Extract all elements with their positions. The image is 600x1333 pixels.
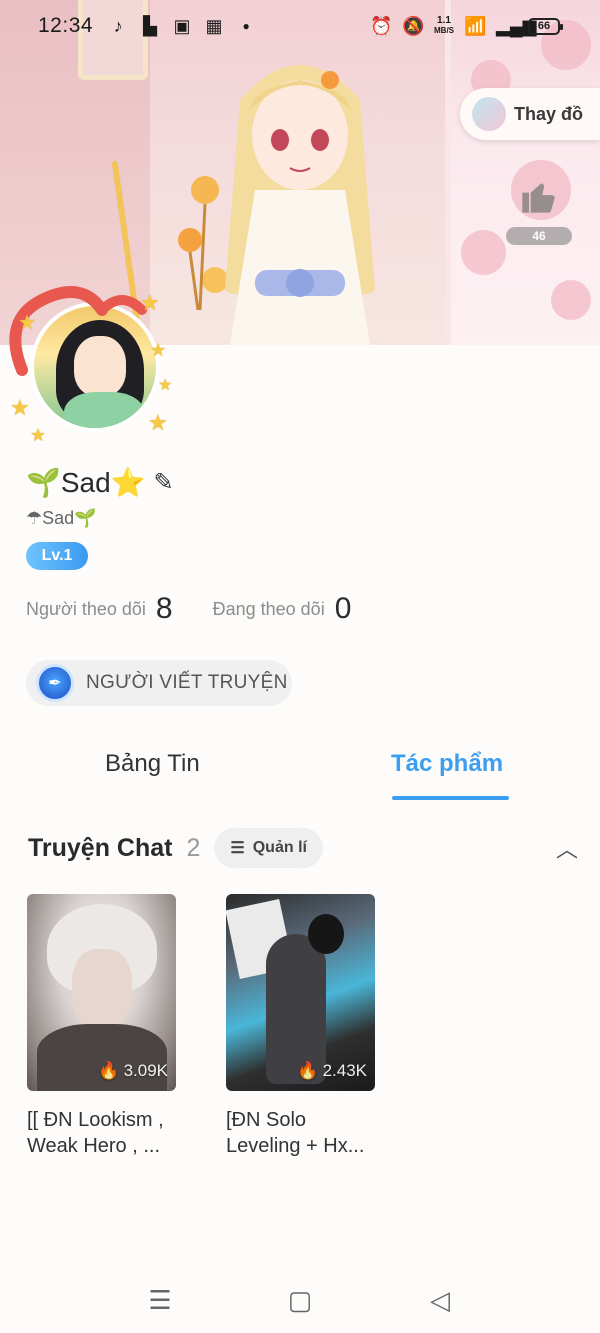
star-icon: ★ xyxy=(158,377,173,394)
following-label[interactable]: Đang theo dõi xyxy=(213,599,325,620)
work-title-line: Leveling + Hx... xyxy=(226,1135,365,1157)
status-bar: 12:34 ♪ ▙ ▣ ▦ ● ⏰ 🔕 1.1 MB/S 📶 ▂▄▆ 66 xyxy=(0,0,600,52)
writer-role-badge[interactable]: ✒ NGƯỜI VIẾT TRUYỆN xyxy=(26,660,292,706)
follow-stats: Người theo dõi 8 Đang theo dõi 0 xyxy=(26,592,351,626)
like-count: 46 xyxy=(506,227,572,245)
youtube-icon: ▣ xyxy=(173,16,191,36)
work-title-line: Weak Hero , ... xyxy=(27,1135,161,1157)
view-count-value: 3.09K xyxy=(123,1061,168,1080)
app-icon: ▦ xyxy=(205,16,223,36)
work-cover-image: 🔥 3.09K xyxy=(27,894,176,1091)
work-cover-image: 🔥 2.43K xyxy=(226,894,375,1091)
pen-nib-icon: ✒ xyxy=(36,664,74,702)
edit-pencil-icon[interactable]: ✎ xyxy=(154,468,174,497)
wifi-icon: 📶 xyxy=(464,16,487,36)
thumbs-up-icon xyxy=(522,183,555,213)
profile-name: 🌱Sad⭐ xyxy=(26,467,146,498)
profile-tabs: Bảng Tin Tác phẩm xyxy=(0,740,600,802)
section-title: Truyện Chat xyxy=(28,833,173,862)
work-card[interactable]: 🔥 2.43K [ĐN Solo Leveling + Hx... xyxy=(226,894,375,1159)
star-icon: ★ xyxy=(18,312,36,334)
work-title-line: [[ ĐN Lookism , xyxy=(27,1109,164,1131)
work-title: [ĐN Solo Leveling + Hx... xyxy=(226,1107,375,1159)
followers-label[interactable]: Người theo dõi xyxy=(26,599,146,620)
tiktok-icon: ♪ xyxy=(113,16,123,36)
list-icon: ☰ xyxy=(230,840,245,857)
network-speed-unit: MB/S xyxy=(434,26,454,35)
change-outfit-label: Thay đồ xyxy=(514,103,584,124)
profile-subname: ☂Sad🌱 xyxy=(26,508,97,528)
star-icon: ★ xyxy=(150,340,167,360)
manage-button[interactable]: ☰ Quản lí xyxy=(214,828,323,868)
mute-icon: 🔕 xyxy=(402,16,425,36)
tab-news[interactable]: Bảng Tin xyxy=(105,750,200,778)
system-navigation-bar: ☰ ▢ ◁ xyxy=(0,1268,600,1333)
section-count: 2 xyxy=(186,833,201,862)
tab-works[interactable]: Tác phẩm xyxy=(391,750,503,778)
work-title: [[ ĐN Lookism , Weak Hero , ... xyxy=(27,1107,176,1159)
star-icon: ★ xyxy=(30,425,47,445)
change-outfit-button[interactable]: Thay đồ xyxy=(460,88,600,140)
avatar-character-illustration xyxy=(225,65,375,345)
outfit-thumbnail-icon xyxy=(472,97,506,131)
chevron-up-icon[interactable]: ︿ xyxy=(556,832,578,864)
star-icon: ★ xyxy=(140,290,160,315)
view-count: 🔥 2.43K xyxy=(297,1061,367,1081)
alarm-icon: ⏰ xyxy=(370,16,393,36)
network-speed: 1.1 MB/S xyxy=(434,16,454,36)
view-count-value: 2.43K xyxy=(322,1061,367,1080)
recent-apps-icon[interactable]: ☰ xyxy=(145,1285,175,1316)
home-icon[interactable]: ▢ xyxy=(285,1285,315,1316)
back-icon[interactable]: ◁ xyxy=(425,1285,455,1316)
star-icon: ★ xyxy=(148,410,168,435)
status-time: 12:34 xyxy=(38,14,94,37)
view-count: 🔥 3.09K xyxy=(98,1061,168,1081)
like-button[interactable]: 46 xyxy=(506,176,572,245)
broom-icon: ▙ xyxy=(143,16,157,36)
following-count[interactable]: 0 xyxy=(335,592,352,626)
network-speed-value: 1.1 xyxy=(437,15,451,26)
fire-icon: 🔥 xyxy=(98,1061,120,1080)
followers-count[interactable]: 8 xyxy=(156,592,173,626)
star-icon: ★ xyxy=(10,395,30,420)
fire-icon: 🔥 xyxy=(297,1061,319,1080)
manage-label: Quản lí xyxy=(252,839,307,856)
work-card[interactable]: 🔥 3.09K [[ ĐN Lookism , Weak Hero , ... xyxy=(27,894,176,1159)
role-label: NGƯỜI VIẾT TRUYỆN xyxy=(86,672,288,693)
active-tab-indicator xyxy=(392,796,509,800)
battery-icon: 66 xyxy=(528,17,563,35)
signal-icon: ▂▄▆ xyxy=(496,16,537,36)
works-list: 🔥 3.09K [[ ĐN Lookism , Weak Hero , ... … xyxy=(27,894,375,1159)
profile-name-row: 🌱Sad⭐ ✎ xyxy=(26,466,174,499)
chat-stories-header: Truyện Chat 2 ☰ Quản lí ︿ xyxy=(28,828,578,868)
work-title-line: [ĐN Solo xyxy=(226,1109,307,1131)
profile-avatar[interactable]: ★ ★ ★ ★ ★ ★ ★ xyxy=(0,280,190,460)
level-badge: Lv.1 xyxy=(26,542,88,570)
dot-icon: ● xyxy=(242,19,250,33)
